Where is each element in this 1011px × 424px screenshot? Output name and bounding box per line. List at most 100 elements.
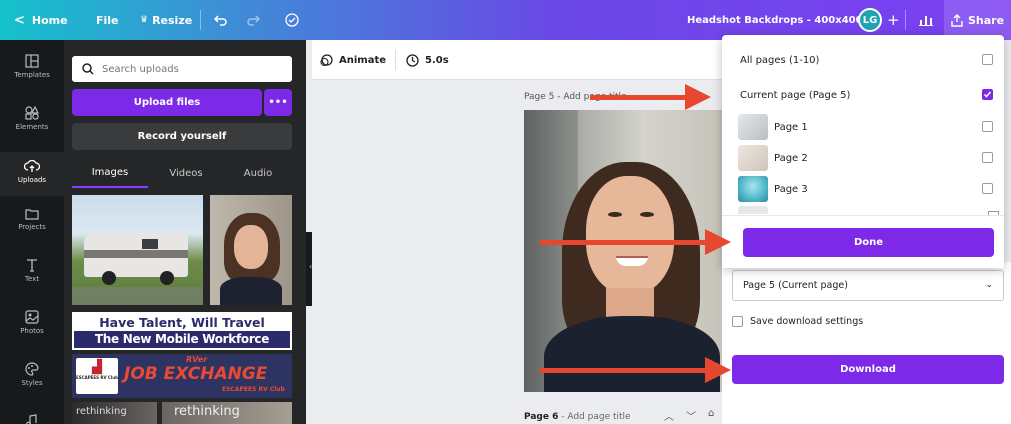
save-settings-label: Save download settings [750,316,864,327]
animate-label: Animate [339,54,387,66]
sidebar-item-audio[interactable] [0,414,64,424]
home-button[interactable]: < Home [14,0,68,40]
sidebar-item-label: Text [24,275,40,283]
page-6-label[interactable]: Page 6 - Add page title [524,412,631,422]
banner-line-2: The New Mobile Workforce [74,331,290,348]
option-page-3[interactable]: Page 3 [722,174,1004,204]
uploads-panel: Upload files ••• Record yourself Images … [64,40,306,424]
checkbox-checked[interactable] [982,89,993,100]
done-button[interactable]: Done [743,228,994,257]
document-title[interactable]: Headshot Backdrops - 400x400 [687,0,863,40]
tab-images[interactable]: Images [72,158,148,188]
chevron-down-icon[interactable]: ﹀ [686,408,696,423]
option-page-2[interactable]: Page 2 [722,143,1004,173]
avatar[interactable]: LG [858,0,882,40]
rethinking-thumbnail-1[interactable]: rethinking [72,402,157,424]
job-exchange-title: JOB EXCHANGE [124,364,268,384]
duration-button[interactable]: 5.0s [406,40,449,80]
sidebar-item-label: Uploads [17,176,47,184]
headshot-thumbnail[interactable] [210,195,292,305]
save-download-settings[interactable]: Save download settings [732,316,863,327]
rv-window [142,239,158,249]
undo-button[interactable] [214,0,228,40]
option-label: Page 1 [774,121,808,133]
cloud-check-icon [285,13,299,27]
tab-videos[interactable]: Videos [148,158,224,188]
photo-smile [616,256,648,266]
sidebar-item-elements[interactable]: Elements [0,106,64,131]
checkbox[interactable] [982,54,993,65]
rv-stripe [84,250,188,258]
file-menu[interactable]: File [96,0,119,40]
file-label: File [96,13,119,27]
rv-photo-thumbnail[interactable] [72,195,203,305]
photo-face [586,176,674,294]
banner-line-1: Have Talent, Will Travel [74,314,290,331]
download-panel: Page 5 (Current page) ⌄ Save download se… [722,262,1011,424]
elements-icon [25,106,39,120]
pages-select[interactable]: Page 5 (Current page) ⌄ [732,270,1004,301]
select-pages-dropdown: All pages (1-10) Current page (Page 5) P… [722,35,1004,268]
sidebar-item-label: Elements [15,123,49,131]
page-thumbnail [738,176,768,202]
clock-icon [406,53,419,67]
editor-toolbar: Animate 5.0s [312,40,752,80]
divider [200,10,201,30]
sidebar-item-styles[interactable]: Styles [0,362,64,387]
sidebar-item-projects[interactable]: Projects [0,208,64,231]
redo-button[interactable] [246,0,260,40]
add-collaborator-button[interactable]: + [887,0,900,40]
annotation-arrow-shaft [540,240,706,245]
upload-files-button[interactable]: Upload files [72,89,262,116]
sidebar-item-label: Projects [18,223,46,231]
option-current-page[interactable]: Current page (Page 5) [722,80,1004,110]
lock-icon[interactable]: ⌂ [708,408,714,423]
tab-audio[interactable]: Audio [224,158,292,188]
annotation-arrow-shaft [590,95,686,100]
sidebar-item-templates[interactable]: Templates [0,54,64,79]
record-yourself-button[interactable]: Record yourself [72,123,292,150]
headshot-photo[interactable] [524,110,724,392]
save-status-button[interactable] [284,0,300,40]
page-thumbnail [738,145,768,171]
check-icon [983,91,992,98]
avatar-initials: LG [858,8,882,32]
rethinking-thumbnail-2[interactable]: rethinking [162,402,292,424]
divider [905,10,906,30]
download-button[interactable]: Download [732,355,1004,384]
option-label: Page 2 [774,152,808,164]
job-exchange-thumbnail[interactable]: ▟ ESCAPEES RV Club RVer JOB EXCHANGE ESC… [72,354,292,398]
rv-logo-icon: ▟ [92,360,102,375]
search-input[interactable] [102,63,272,75]
option-all-pages[interactable]: All pages (1-10) [722,45,1004,75]
sidebar-item-photos[interactable]: Photos [0,310,64,335]
chevron-up-icon[interactable]: ︿ [664,408,674,423]
annotation-arrow-head [685,84,711,110]
option-label: All pages (1-10) [740,54,820,66]
chevron-left-icon: < [14,12,25,28]
escapees-subtitle: ESCAPEES RV Club [222,386,285,393]
option-page-1[interactable]: Page 1 [722,112,1004,142]
resize-label: Resize [152,13,193,27]
duration-label: 5.0s [425,54,449,66]
sidebar-item-text[interactable]: Text [0,258,64,283]
resize-button[interactable]: ♛ Resize [140,0,192,40]
share-button[interactable]: Share [944,0,1011,40]
page-thumbnail-partial [738,206,768,214]
palette-icon [25,362,39,376]
page-6-title: - Add page title [558,412,631,422]
checkbox[interactable] [982,152,993,163]
talent-banner-thumbnail[interactable]: Have Talent, Will Travel The New Mobile … [72,312,292,350]
checkbox[interactable] [982,183,993,194]
insights-button[interactable] [919,0,933,40]
checkbox[interactable] [982,121,993,132]
animate-icon [320,53,333,66]
sidebar-item-uploads[interactable]: Uploads [0,152,64,196]
more-options-button[interactable]: ••• [264,89,292,116]
search-box[interactable] [72,56,292,82]
rv-wheel [102,271,116,285]
save-settings-checkbox[interactable] [732,316,743,327]
animate-button[interactable]: Animate [320,40,386,80]
shirt [220,277,282,305]
text-icon [27,259,37,272]
